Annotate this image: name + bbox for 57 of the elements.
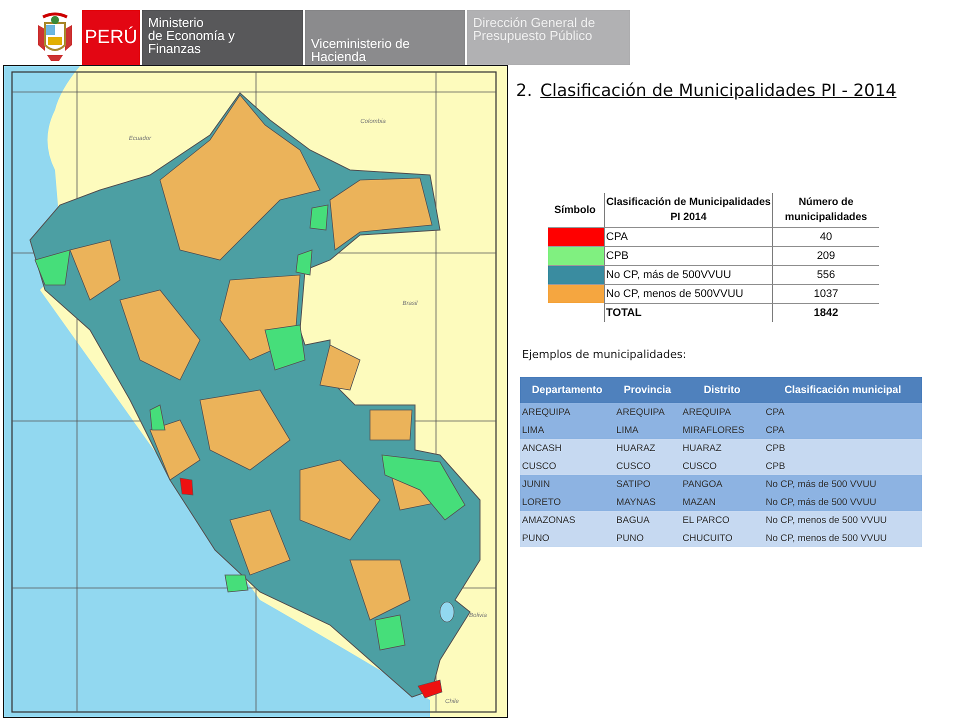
coat-of-arms-icon [35,11,75,63]
table-cell: No CP, más de 500VVUU [604,266,772,284]
table-cell: AREQUIPA [520,403,614,421]
column-header: Clasificación de Municipalidades PI 2014 [604,193,772,228]
table-cell: CHUCUITO [680,529,764,547]
table-cell: MAZAN [680,493,764,511]
column-header: Clasificación municipal [764,377,922,403]
table-cell: No CP, más de 500 VVUU [764,493,922,511]
table-cell: AREQUIPA [680,403,764,421]
table-cell: CUSCO [614,457,681,475]
table-cell: CUSCO [520,457,614,475]
table-cell: No CP, menos de 500 VVUU [764,529,922,547]
table-cell: No CP, menos de 500VVUU [604,284,772,304]
table-cell: EL PARCO [680,511,764,529]
table-cell: SATIPO [614,475,681,493]
country-name: PERÚ [82,10,140,65]
table-cell: 1037 [772,284,879,304]
table-cell: CUSCO [680,457,764,475]
agency-name: Viceministerio de Hacienda [305,10,465,65]
table-cell: PUNO [520,529,614,547]
table-cell: AMAZONAS [520,511,614,529]
table-cell: LIMA [614,421,681,439]
table-cell: No CP, menos de 500 VVUU [764,511,922,529]
table-cell: AREQUIPA [614,403,681,421]
column-header: Departamento [520,377,614,403]
table-cell: 556 [772,266,879,284]
column-header: Número de municipalidades [772,193,879,228]
table-cell: CPB [604,246,772,266]
slide-number: 2. [516,81,532,101]
table-cell: LIMA [520,421,614,439]
table-cell: 40 [772,228,879,246]
table-cell: CPB [764,457,922,475]
table-cell: MIRAFLORES [680,421,764,439]
table-cell: JUNIN [520,475,614,493]
column-header: Distrito [680,377,764,403]
table-cell: CPA [764,403,922,421]
table-cell: 209 [772,246,879,266]
table-cell: BAGUA [614,511,681,529]
table-cell: No CP, más de 500 VVUU [764,475,922,493]
table-cell: CPA [764,421,922,439]
slide-title: Clasificación de Municipalidades PI - 2014 [540,81,896,101]
table-cell: CPB [764,439,922,457]
agency-name: Dirección General de Presupuesto Público [467,10,630,65]
table-cell: CPA [604,228,772,246]
section-caption: Ejemplos de municipalidades: [521,348,688,361]
table-cell: PANGOA [680,475,764,493]
table-cell: 1842 [772,304,879,322]
table-cell: MAYNAS [614,493,681,511]
table-cell: HUARAZ [680,439,764,457]
column-header: Provincia [614,377,681,403]
table-cell: HUARAZ [614,439,681,457]
table-cell: PUNO [614,529,681,547]
column-header: Símbolo [548,193,604,228]
agency-name: Ministerio de Economía y Finanzas [142,10,303,65]
table-cell: LORETO [520,493,614,511]
table-cell: ANCASH [520,439,614,457]
table-cell: TOTAL [604,304,772,322]
